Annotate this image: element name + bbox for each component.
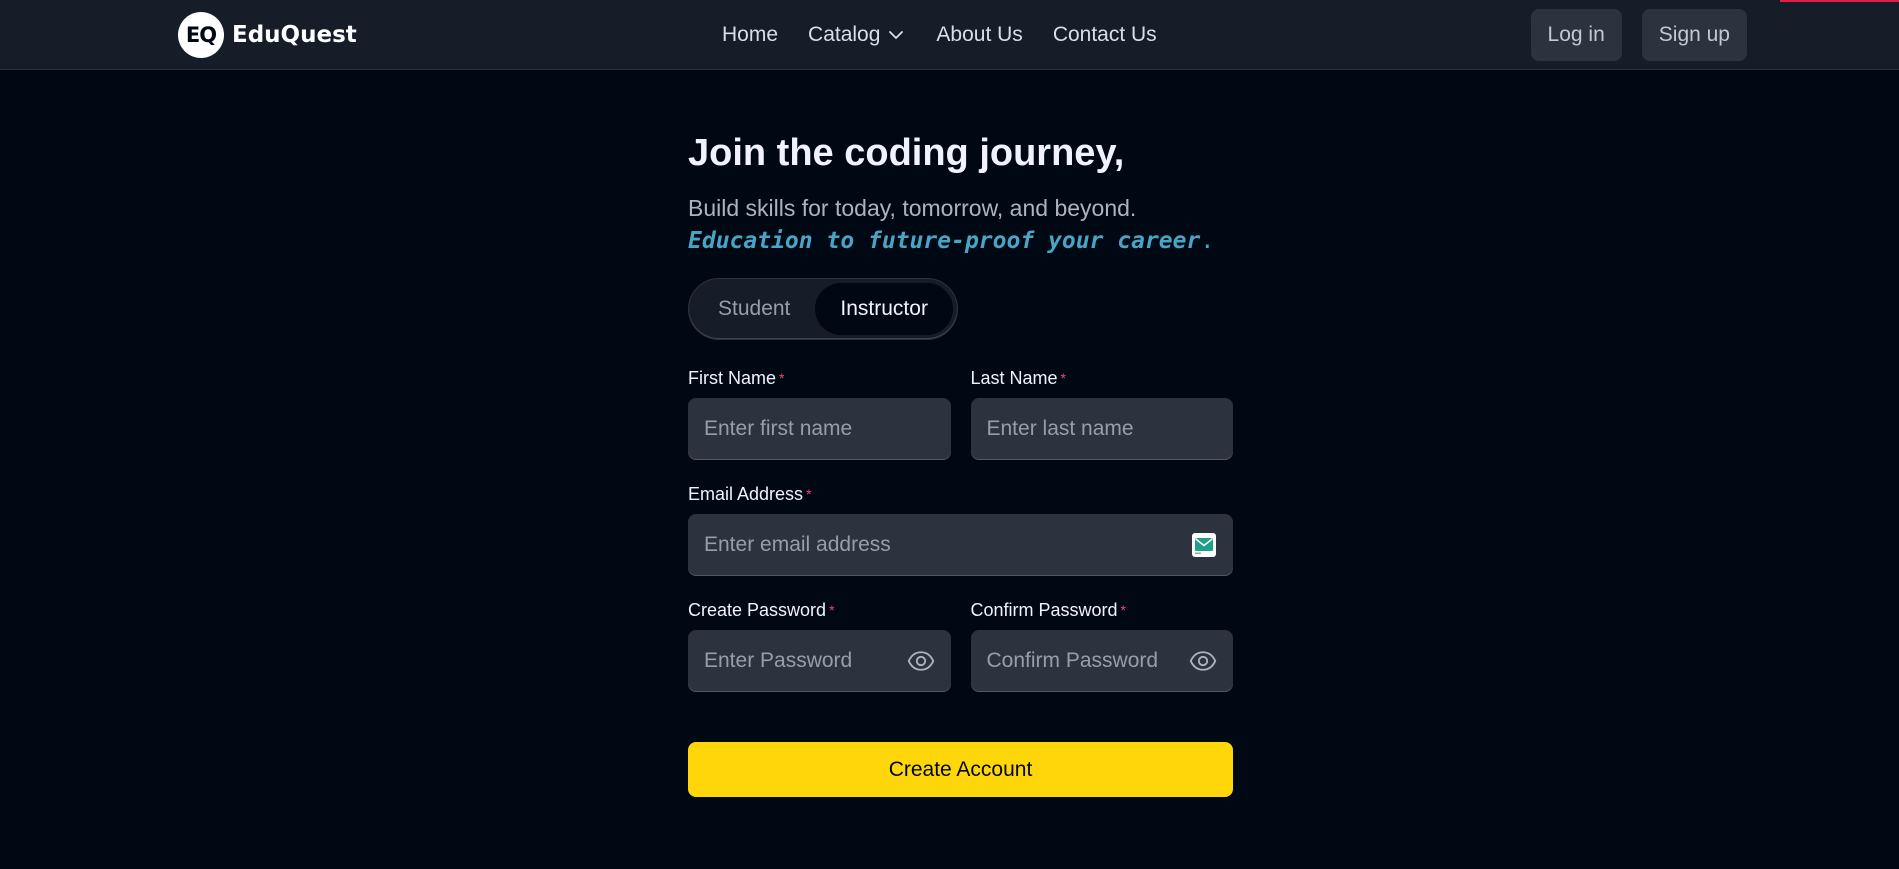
role-tab-student[interactable]: Student — [693, 283, 815, 335]
login-button[interactable]: Log in — [1530, 9, 1622, 61]
nav-link-home[interactable]: Home — [722, 23, 778, 47]
email-input[interactable] — [688, 514, 1233, 576]
signup-form: First Name* Last Name* Email Address* — [688, 368, 1233, 797]
label-text: First Name — [688, 368, 777, 388]
confirm-password-field: Confirm Password * — [970, 600, 1234, 692]
email-label: Email Address * — [688, 484, 1233, 504]
confirm-password-input-wrap — [970, 630, 1233, 692]
logo-badge: EQ — [178, 12, 224, 58]
last-name-field: Last Name * — [970, 368, 1234, 460]
password-label: Create Password * — [688, 600, 951, 620]
required-mark: * — [806, 486, 812, 502]
email-row: Email Address * — [688, 484, 1233, 576]
page-tagline: Education to future-proof your career. — [688, 224, 1233, 258]
role-tab-instructor[interactable]: Instructor — [815, 283, 953, 335]
required-mark: * — [1060, 370, 1066, 386]
brand-logo[interactable]: EQ EduQuest — [178, 12, 357, 58]
email-icon — [1191, 532, 1217, 558]
first-name-input-wrap — [688, 398, 951, 460]
email-field: Email Address * — [688, 484, 1233, 576]
eye-icon[interactable] — [907, 647, 935, 675]
chevron-down-icon — [889, 31, 904, 39]
main-nav: Home Catalog About Us Contact Us — [722, 0, 1157, 70]
top-navbar: EQ EduQuest Home Catalog About Us Contac… — [0, 0, 1899, 70]
last-name-input[interactable] — [970, 398, 1233, 460]
first-name-field: First Name * — [688, 368, 951, 460]
nav-link-about-us[interactable]: About Us — [936, 23, 1022, 47]
eye-icon[interactable] — [1189, 647, 1217, 675]
first-name-input[interactable] — [688, 398, 951, 460]
password-field: Create Password * — [688, 600, 951, 692]
nav-link-label: Contact Us — [1052, 23, 1157, 46]
name-row: First Name* Last Name* — [688, 368, 1233, 460]
tagline-text: Education to future-proof your career — [688, 228, 1201, 254]
nav-link-catalog[interactable]: Catalog — [808, 23, 906, 47]
last-name-input-wrap — [970, 398, 1233, 460]
nav-link-label: Home — [722, 23, 779, 46]
password-input-wrap — [688, 630, 951, 692]
password-row: Create Password * Confirm Password * — [688, 600, 1233, 692]
page-subtitle: Build skills for today, tomorrow, and be… — [688, 195, 1137, 221]
role-toggle: Student Instructor — [688, 278, 958, 340]
required-mark: * — [829, 602, 835, 618]
required-mark: * — [1120, 602, 1126, 618]
nav-link-label: Catalog — [808, 23, 881, 46]
auth-buttons: Log in Sign up — [1530, 9, 1747, 61]
signup-button[interactable]: Sign up — [1641, 9, 1747, 61]
first-name-label: First Name * — [688, 368, 951, 388]
nav-link-label: About Us — [936, 23, 1023, 46]
label-text: Email Address — [688, 484, 804, 504]
required-mark: * — [779, 370, 785, 386]
last-name-label: Last Name * — [971, 368, 1234, 388]
confirm-password-label: Confirm Password * — [971, 600, 1234, 620]
label-text: Confirm Password — [970, 600, 1118, 620]
signup-section: Join the coding journey, Build skills fo… — [688, 70, 1233, 797]
corner-accent-line — [1780, 0, 1899, 2]
label-text: Last Name — [970, 368, 1058, 388]
nav-link-contact-us[interactable]: Contact Us — [1053, 23, 1157, 47]
email-input-wrap — [688, 514, 1233, 576]
page-title: Join the coding journey, — [688, 132, 1125, 174]
create-account-button[interactable]: Create Account — [688, 742, 1233, 797]
label-text: Create Password — [688, 600, 827, 620]
brand-name: EduQuest — [232, 22, 357, 48]
tagline-period: . — [1200, 228, 1215, 254]
